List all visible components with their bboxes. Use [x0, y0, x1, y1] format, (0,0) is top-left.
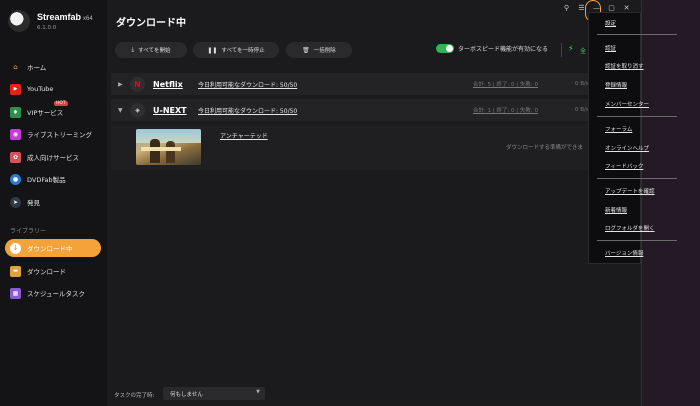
menu-item-whats-new[interactable]: 新着情報: [605, 206, 627, 214]
folder-icon: ▬: [10, 265, 21, 277]
service-quota[interactable]: 今日利用可能なダウンロード: 50/50: [198, 106, 297, 115]
vip-icon: ♦: [10, 106, 21, 118]
sidebar-item-label: ホーム: [27, 64, 47, 72]
unext-logo-icon: ◈: [130, 102, 145, 118]
service-rate: 0 B/s: [575, 81, 589, 87]
menu-item-deactivate[interactable]: 認証を取り消す: [605, 62, 644, 70]
live-stream-icon: ◉: [10, 128, 21, 140]
home-icon: ⌂: [13, 63, 18, 71]
sidebar-item-vip-services[interactable]: ♦ VIPサービス HOT: [0, 101, 107, 121]
turbo-speed-label: ターボスピード機能が有効になる: [458, 46, 549, 53]
menu-separator: [597, 116, 677, 117]
task-completion-label: タスクの完了時:: [114, 393, 155, 399]
sidebar-item-label: VIPサービス: [27, 109, 64, 117]
streamfab-logo-icon: [8, 10, 30, 32]
calendar-icon: ▦: [10, 287, 21, 299]
sidebar-item-scheduled-tasks[interactable]: ▦ スケジュールタスク: [0, 284, 107, 302]
menu-separator: [597, 34, 677, 35]
menu-separator: [597, 178, 677, 179]
sidebar-item-label: ダウンロード中: [27, 245, 73, 253]
menu-separator: [597, 240, 677, 241]
sidebar-item-label: 発見: [27, 199, 40, 207]
sidebar-item-dvdfab-products[interactable]: ● DVDFab製品: [0, 170, 107, 188]
sidebar-item-downloading[interactable]: ↓ ダウンロード中: [5, 239, 101, 257]
turbo-speed-control: ターボスピード機能が有効になる: [436, 44, 548, 53]
menu-item-member-center[interactable]: メンバーセンター: [605, 100, 649, 108]
service-row-unext[interactable]: ▼ ◈ U-NEXT 今日利用可能なダウンロード: 50/50 合計: 1 | …: [111, 99, 589, 121]
thumbnail-figure: [150, 139, 160, 163]
turbo-extra-label: 全: [580, 48, 587, 55]
download-icon: ⤓: [131, 46, 135, 53]
settings-dropdown-menu: 設定 認証 認証を取り消す 登録情報 メンバーセンター フォーラム オンラインヘ…: [588, 12, 677, 264]
menu-item-forum[interactable]: フォーラム: [605, 125, 632, 133]
sidebar-item-youtube[interactable]: ▶ YouTube: [0, 80, 107, 98]
adult-services-icon: ✿: [10, 151, 21, 163]
thumbnail-figure: [166, 141, 175, 163]
delete-all-label: 一括削除: [313, 48, 336, 54]
dvdfab-icon: ●: [10, 173, 21, 185]
background-window-strip: [641, 0, 700, 406]
lightning-icon: ⚡: [568, 44, 574, 53]
sidebar-item-label: 成人向けサービス: [27, 154, 79, 162]
service-name[interactable]: Netflix: [153, 80, 191, 89]
search-icon[interactable]: ⚲: [562, 4, 571, 12]
maximize-icon[interactable]: ▢: [607, 4, 616, 12]
trash-icon: 🗑: [302, 46, 310, 54]
task-completion-select[interactable]: 何もしません ▼: [163, 387, 265, 400]
sidebar-item-live-streaming[interactable]: ◉ ライブストリーミング: [0, 125, 107, 143]
video-thumbnail: [136, 129, 201, 165]
close-icon[interactable]: ✕: [622, 4, 631, 12]
download-item: アンチャーテッド ダウンロードする準備ができま: [111, 124, 589, 170]
download-item-title[interactable]: アンチャーテッド: [220, 131, 268, 140]
sidebar-item-label: スケジュールタスク: [27, 290, 86, 298]
sidebar: Streamfab x64 6.1.0.0 ⌂ ホーム ▶ YouTube ♦ V…: [0, 0, 107, 406]
thumbnail-title-band: [141, 147, 181, 151]
compass-icon: ➤: [10, 196, 21, 208]
menu-item-settings[interactable]: 設定: [605, 19, 616, 27]
download-arrow-icon: ↓: [10, 242, 21, 254]
pause-all-label: すべてを一時停止: [221, 48, 265, 54]
sidebar-item-home[interactable]: ⌂ ホーム: [0, 58, 107, 76]
delete-all-button[interactable]: 🗑 一括削除: [286, 42, 352, 58]
sidebar-item-label: ライブストリーミング: [27, 131, 92, 139]
turbo-speed-toggle[interactable]: [436, 44, 454, 53]
chevron-down-icon: ▼: [256, 389, 260, 395]
toolbar-divider: [561, 43, 562, 57]
menu-item-version-info[interactable]: バージョン情報: [605, 249, 643, 257]
sidebar-item-downloaded[interactable]: ▬ ダウンロード: [0, 262, 107, 280]
sidebar-item-adult-services[interactable]: ✿ 成人向けサービス: [0, 148, 107, 166]
page-title: ダウンロード中: [116, 18, 186, 29]
netflix-logo-icon: N: [130, 76, 145, 92]
service-quota[interactable]: 今日利用可能なダウンロード: 50/50: [198, 80, 297, 89]
menu-item-registration-info[interactable]: 登録情報: [605, 81, 627, 89]
sidebar-item-label: DVDFab製品: [27, 176, 66, 184]
service-rate: 0 B/s: [575, 107, 589, 113]
start-all-button[interactable]: ⤓ すべてを開始: [115, 42, 187, 58]
service-row-netflix[interactable]: ▶ N Netflix 今日利用可能なダウンロード: 50/50 合計: 5 |…: [111, 73, 589, 95]
menu-item-feedback[interactable]: フィードバック: [605, 162, 643, 170]
app-name: Streamfab x64: [37, 12, 93, 22]
chevron-down-icon[interactable]: ▼: [118, 107, 128, 114]
service-name[interactable]: U-NEXT: [153, 106, 191, 115]
sidebar-item-label: YouTube: [27, 85, 54, 93]
library-section-label: ライブラリー: [10, 228, 47, 235]
service-stats[interactable]: 合計: 5 | 終了: 0 | 失敗: 0: [473, 80, 538, 88]
menu-item-activate[interactable]: 認証: [605, 44, 616, 52]
hot-badge: HOT: [54, 101, 68, 106]
menu-item-check-update[interactable]: アップデートを確認: [605, 187, 655, 195]
pause-icon: ❚❚: [207, 46, 218, 54]
menu-item-open-log-folder[interactable]: ログフォルダを開く: [605, 224, 655, 232]
youtube-icon: ▶: [10, 83, 21, 95]
app-arch: x64: [83, 16, 93, 22]
start-all-label: すべてを開始: [138, 48, 171, 54]
service-stats[interactable]: 合計: 1 | 終了: 0 | 失敗: 0: [473, 106, 538, 114]
chevron-right-icon[interactable]: ▶: [118, 81, 128, 88]
sidebar-item-label: ダウンロード: [27, 268, 66, 276]
pause-all-button[interactable]: ❚❚ すべてを一時停止: [193, 42, 279, 58]
sidebar-item-discover[interactable]: ➤ 発見: [0, 193, 107, 211]
task-completion-value: 何もしません: [170, 391, 203, 398]
download-item-status: ダウンロードする準備ができま: [506, 145, 584, 151]
menu-item-online-help[interactable]: オンラインヘルプ: [605, 144, 649, 152]
app-version: 6.1.0.0: [37, 25, 57, 31]
